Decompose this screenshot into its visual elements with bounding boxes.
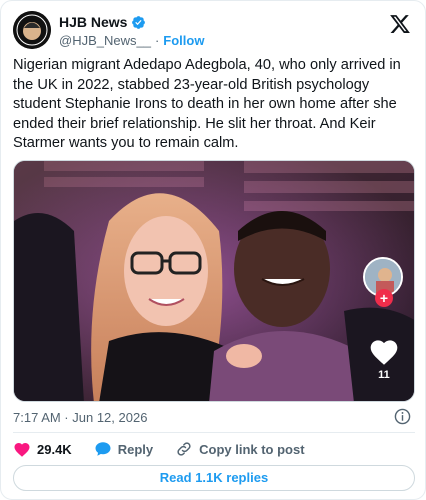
media-heart-icon[interactable] <box>368 336 400 366</box>
display-name[interactable]: HJB News <box>59 14 127 30</box>
post-photo[interactable]: + 11 <box>13 160 415 402</box>
reply-bubble-icon <box>95 442 111 456</box>
read-replies-button[interactable]: Read 1.1K replies <box>13 465 415 491</box>
handle-row: @HJB_News__ · Follow <box>59 31 204 49</box>
media-like-count: 11 <box>378 369 390 381</box>
copy-link-button[interactable]: Copy link to post <box>175 440 305 458</box>
timestamp-row: 7:17 AM · Jun 12, 2026 <box>13 407 415 427</box>
like-button[interactable]: 29.4K <box>13 440 72 458</box>
reply-label: Reply <box>117 441 154 457</box>
link-icon <box>177 442 191 456</box>
handle[interactable]: @HJB_News__ <box>59 33 151 48</box>
post-text: Nigerian migrant Adedapo Adegbola, 40, w… <box>13 57 401 152</box>
divider <box>13 432 415 433</box>
reply-button[interactable]: Reply <box>94 440 153 458</box>
info-icon[interactable] <box>394 408 411 425</box>
post-timestamp[interactable]: 7:17 AM · Jun 12, 2026 <box>13 410 147 425</box>
action-bar: 29.4K Reply Copy link to post <box>13 439 415 459</box>
follow-button[interactable]: Follow <box>163 33 204 48</box>
like-count: 29.4K <box>37 441 72 457</box>
name-row: HJB News <box>59 13 146 31</box>
heart-icon <box>14 443 30 457</box>
x-logo-icon[interactable] <box>389 13 411 35</box>
add-follow-icon[interactable]: + <box>375 289 393 307</box>
embedded-post-card: HJB News @HJB_News__ · Follow Nigerian m… <box>0 0 426 500</box>
verified-badge-icon <box>131 15 146 30</box>
post-header: HJB News @HJB_News__ · Follow <box>13 11 415 51</box>
photo-image <box>14 161 414 401</box>
copy-link-label: Copy link to post <box>199 441 305 457</box>
avatar[interactable] <box>13 11 51 49</box>
separator-dot: · <box>154 32 160 48</box>
